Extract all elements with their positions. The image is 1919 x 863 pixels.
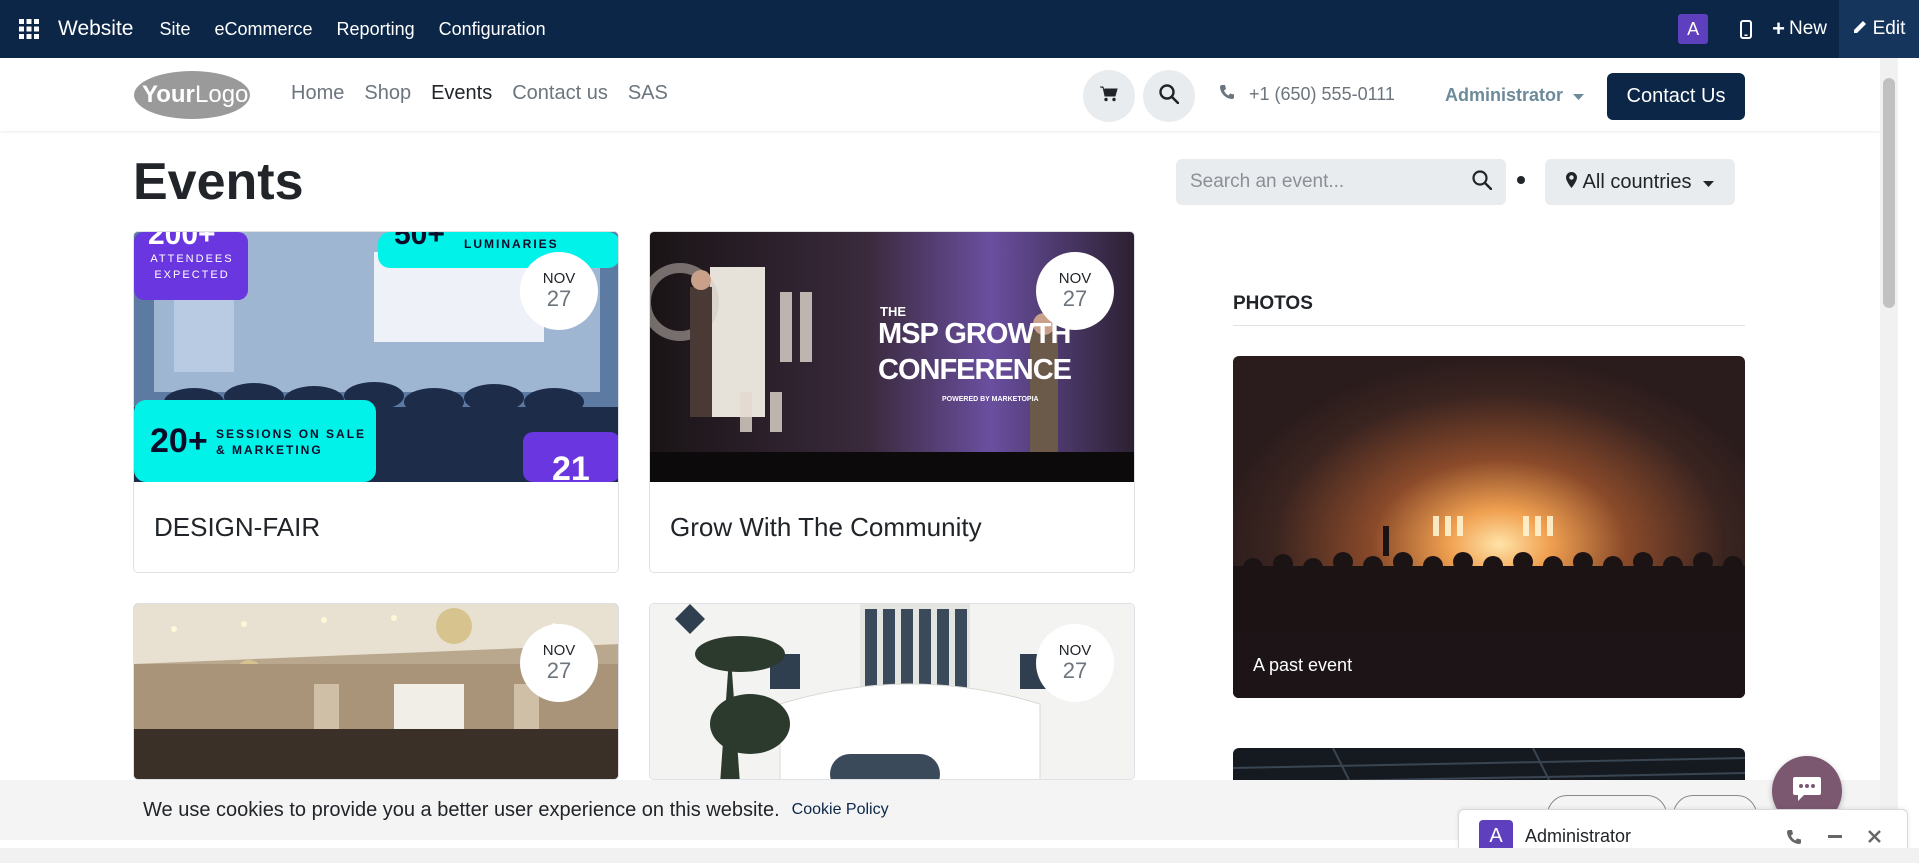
apps-menu-icon[interactable] xyxy=(0,0,58,58)
banner-attendees-label: ATTENDEES EXPECTED xyxy=(150,253,234,281)
phone-number: +1 (650) 555-0111 xyxy=(1249,84,1395,104)
banner-line-2: CONFERENCE xyxy=(878,354,1072,386)
plus-icon: + xyxy=(1772,16,1785,41)
event-card-grow-community[interactable]: THE MSP GROWTH CONFERENCE POWERED BY MAR… xyxy=(649,231,1135,573)
page-scrollbar[interactable] xyxy=(1880,58,1898,848)
event-card[interactable]: NOV 27 xyxy=(649,603,1135,780)
event-day: 27 xyxy=(1062,658,1088,684)
photos-heading: PHOTOS xyxy=(1233,293,1313,314)
caret-down-icon xyxy=(1703,171,1715,194)
event-day: 27 xyxy=(546,658,572,684)
contact-us-button[interactable]: Contact Us xyxy=(1607,73,1745,120)
event-card[interactable]: NOV 27 xyxy=(133,603,619,780)
cart-button[interactable] xyxy=(1083,70,1135,122)
event-image: NOV 27 xyxy=(650,604,1134,779)
phone-icon[interactable] xyxy=(1786,829,1802,845)
event-month: NOV xyxy=(542,641,576,659)
event-image: THE MSP GROWTH CONFERENCE POWERED BY MAR… xyxy=(650,232,1134,482)
chat-name: Administrator xyxy=(1525,826,1632,846)
banner-line-1: MSP GROWTH xyxy=(878,318,1071,350)
horizontal-scrollbar[interactable] xyxy=(0,848,1919,863)
user-dropdown[interactable]: Administrator xyxy=(1445,85,1585,106)
admin-navbar: Website Site eCommerce Reporting Configu… xyxy=(0,0,1919,58)
site-header: Your Logo Home Shop Events Contact us SA… xyxy=(0,58,1880,131)
cookie-message: We use cookies to provide you a better u… xyxy=(143,798,780,821)
event-card-design-fair[interactable]: 200+ ATTENDEES EXPECTED 50+ LUMINARIES 2… xyxy=(133,231,619,573)
search-icon xyxy=(1159,83,1180,109)
edit-label: Edit xyxy=(1872,18,1906,39)
scrollbar-thumb[interactable] xyxy=(1883,78,1895,308)
page-title: Events xyxy=(133,153,304,211)
edit-button[interactable]: Edit xyxy=(1839,0,1919,58)
nav-home[interactable]: Home xyxy=(291,82,344,105)
new-button[interactable]: + New xyxy=(1772,16,1827,42)
nav-shop[interactable]: Shop xyxy=(364,82,411,105)
event-title[interactable]: Grow With The Community xyxy=(650,482,1134,572)
event-image: NOV 27 xyxy=(134,604,618,779)
chat-icon xyxy=(1792,776,1822,807)
event-month: NOV xyxy=(1058,641,1092,659)
event-month: NOV xyxy=(1058,269,1092,287)
photos-divider xyxy=(1233,325,1745,326)
event-date-badge: NOV 27 xyxy=(520,624,598,702)
new-label: New xyxy=(1788,18,1827,39)
banner-sessions-label-1: SESSIONS ON SALE xyxy=(216,427,367,441)
nav-events[interactable]: Events xyxy=(431,82,492,105)
phone-icon xyxy=(1219,84,1235,105)
user-avatar[interactable]: A xyxy=(1678,14,1709,44)
map-marker-icon xyxy=(1565,171,1577,194)
event-search[interactable] xyxy=(1176,159,1506,205)
banner-the: THE xyxy=(880,304,906,319)
event-day: 27 xyxy=(1062,286,1088,312)
past-event-photo[interactable]: A past event xyxy=(1233,356,1745,698)
cart-icon xyxy=(1100,86,1118,107)
menu-reporting[interactable]: Reporting xyxy=(337,19,415,40)
user-name: Administrator xyxy=(1445,85,1564,105)
close-icon[interactable] xyxy=(1868,830,1881,843)
event-date-badge: NOV 27 xyxy=(1036,252,1114,330)
banner-sessions-label-2: & MARKETING xyxy=(216,443,323,457)
banner-attendees-number: 200+ xyxy=(148,232,216,251)
pencil-icon xyxy=(1853,18,1868,40)
event-image: 200+ ATTENDEES EXPECTED 50+ LUMINARIES 2… xyxy=(134,232,618,482)
country-filter-label: All countries xyxy=(1582,170,1692,193)
mobile-preview-icon[interactable] xyxy=(1740,19,1753,39)
nav-sas[interactable]: SAS xyxy=(628,82,668,105)
cookie-policy-link[interactable]: Cookie Policy xyxy=(792,801,889,819)
event-month: NOV xyxy=(542,269,576,287)
separator-dot xyxy=(1517,176,1525,184)
svg-text:Your: Your xyxy=(142,81,195,108)
header-search-button[interactable] xyxy=(1143,70,1195,122)
caret-down-icon xyxy=(1573,85,1585,106)
main-nav: Home Shop Events Contact us SAS xyxy=(291,82,688,105)
banner-line-3: POWERED BY MARKETOPIA xyxy=(942,396,1039,403)
app-brand[interactable]: Website xyxy=(58,17,133,41)
svg-text:Logo: Logo xyxy=(195,81,248,108)
minimize-icon[interactable] xyxy=(1828,834,1842,839)
banner-luminaries-label: LUMINARIES xyxy=(464,237,559,251)
nav-contact[interactable]: Contact us xyxy=(512,82,608,105)
site-logo[interactable]: Your Logo xyxy=(133,70,251,120)
banner-sessions-number: 20+ xyxy=(150,422,208,460)
photo-caption: A past event xyxy=(1233,632,1745,698)
banner-luminaries-number: 50+ xyxy=(394,232,445,251)
menu-ecommerce[interactable]: eCommerce xyxy=(215,19,313,40)
menu-configuration[interactable]: Configuration xyxy=(439,19,546,40)
banner-corner-number: 21 xyxy=(552,450,590,482)
country-filter[interactable]: All countries xyxy=(1545,159,1735,205)
event-search-input[interactable] xyxy=(1190,171,1472,193)
search-icon[interactable] xyxy=(1472,169,1493,195)
event-date-badge: NOV 27 xyxy=(1036,624,1114,702)
event-date-badge: NOV 27 xyxy=(520,252,598,330)
event-title[interactable]: DESIGN-FAIR xyxy=(134,482,618,572)
event-day: 27 xyxy=(546,286,572,312)
phone-contact[interactable]: +1 (650) 555-0111 xyxy=(1219,84,1395,105)
menu-site[interactable]: Site xyxy=(159,19,190,40)
